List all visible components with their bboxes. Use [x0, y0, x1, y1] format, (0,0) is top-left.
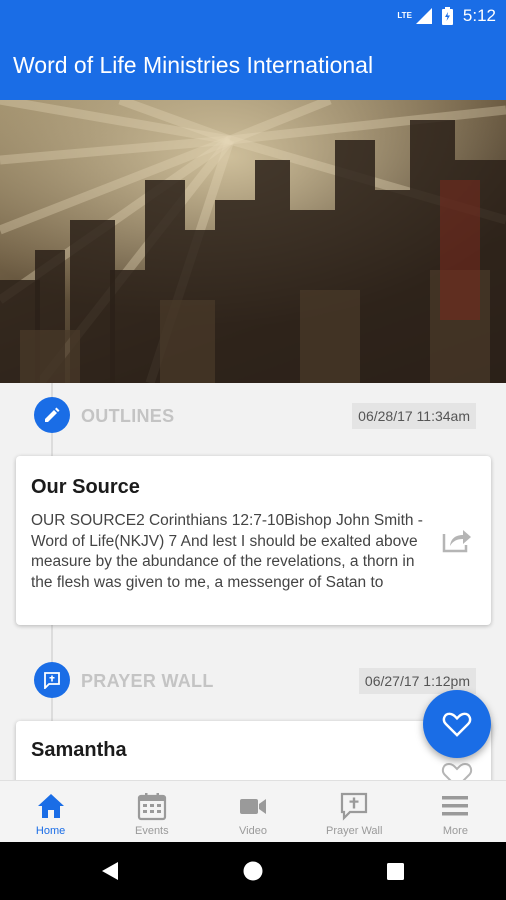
hero-image	[0, 100, 506, 383]
nav-label: Video	[239, 825, 267, 837]
nav-label: Home	[35, 825, 66, 837]
prayer-wall-icon	[341, 792, 368, 821]
bottom-nav: Home Events Video Prayer Wall More	[0, 780, 506, 842]
app-bar: Word of Life Ministries International	[0, 32, 506, 100]
nav-events[interactable]: Events	[101, 781, 202, 842]
pencil-icon	[34, 397, 70, 433]
section-timestamp: 06/28/17 11:34am	[352, 403, 476, 429]
card-title: Samantha	[31, 739, 127, 761]
back-icon[interactable]	[100, 861, 120, 881]
home-icon	[37, 794, 64, 818]
calendar-icon	[137, 793, 166, 821]
section-title: PRAYER WALL	[81, 671, 214, 691]
heart-outline-icon[interactable]	[441, 761, 473, 780]
prayer-wall-section-header: PRAYER WALL 06/27/17 1:12pm	[0, 660, 506, 700]
status-time: 5:12	[462, 6, 496, 25]
video-camera-icon	[240, 799, 266, 814]
outline-card[interactable]: Our Source OUR SOURCE2 Corinthians 12:7-…	[16, 456, 491, 625]
nav-label: More	[442, 825, 468, 837]
nav-video[interactable]: Video	[202, 781, 303, 842]
card-body: OUR SOURCE2 Corinthians 12:7-10Bishop Jo…	[31, 512, 423, 591]
nav-label: Events	[134, 825, 169, 837]
home-circle-icon[interactable]	[243, 861, 263, 881]
section-title: OUTLINES	[81, 406, 175, 426]
nav-home[interactable]: Home	[0, 781, 101, 842]
nav-prayer-wall[interactable]: Prayer Wall	[304, 781, 405, 842]
outlines-section-header: OUTLINES 06/28/17 11:34am	[0, 395, 506, 435]
favorite-fab-button[interactable]	[423, 690, 491, 758]
nav-more[interactable]: More	[405, 781, 506, 842]
nav-label: Prayer Wall	[325, 825, 383, 837]
recents-icon[interactable]	[387, 863, 404, 880]
heart-icon	[442, 712, 472, 737]
system-nav-bar	[0, 842, 506, 900]
card-title: Our Source	[31, 476, 140, 498]
network-type: LTE	[397, 11, 412, 20]
signal-icon	[415, 8, 432, 24]
battery-icon	[441, 7, 453, 25]
status-bar: LTE 5:12	[0, 0, 506, 32]
share-icon[interactable]	[441, 526, 473, 554]
prayer-bubble-icon	[34, 662, 70, 698]
menu-icon	[442, 796, 469, 816]
prayer-card[interactable]: Samantha	[16, 721, 491, 780]
app-title: Word of Life Ministries International	[13, 52, 374, 78]
